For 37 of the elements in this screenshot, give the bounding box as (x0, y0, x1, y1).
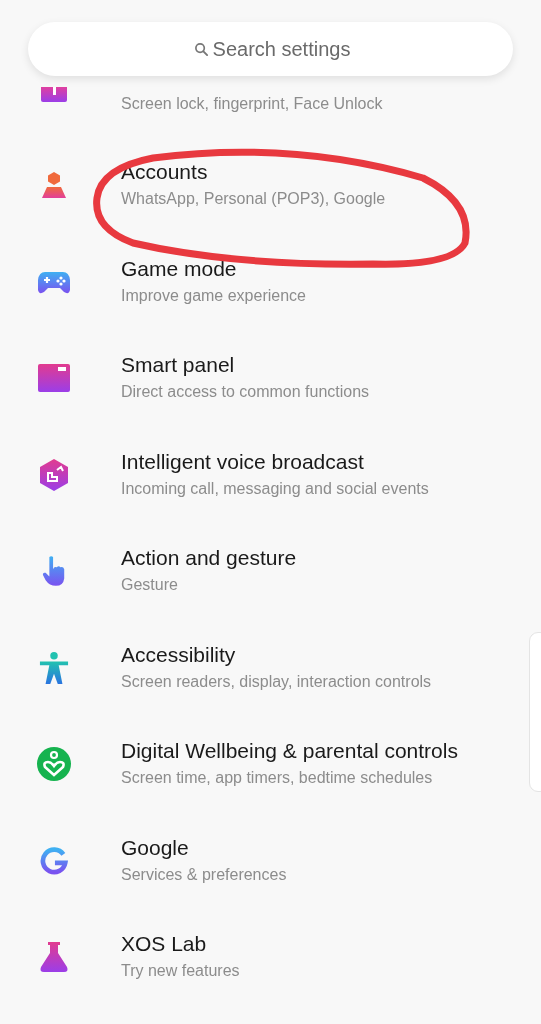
item-subtitle: Gesture (121, 575, 178, 595)
item-subtitle: Services & preferences (121, 864, 287, 885)
settings-item[interactable]: Intelligent voice broadcast Incoming call, messaging and social events (0, 433, 528, 530)
search-field[interactable]: Search settings (28, 22, 513, 76)
item-subtitle: Screen lock, fingerprint, Face Unlock (121, 94, 383, 114)
item-title: Google (121, 834, 189, 861)
hand-icon (40, 554, 67, 588)
hexagon-icon (37, 457, 70, 492)
panel-icon (37, 364, 70, 392)
item-subtitle: Try new features (121, 961, 240, 981)
item-title: Accounts (121, 159, 208, 185)
item-subtitle: Screen readers, display, interaction controls (121, 671, 432, 692)
item-title: Accessibility (121, 641, 236, 668)
settings-item[interactable]: Digital Wellbeing & parental controls Screen time, app timers, bedtime schedules (0, 723, 528, 820)
flask-icon (38, 941, 69, 973)
search-icon (194, 42, 209, 57)
item-subtitle: Incoming call, messaging and social events (121, 478, 429, 499)
item-title: XOS Lab (121, 931, 207, 957)
lock-icon (41, 87, 67, 102)
item-title: Digital Wellbeing & parental controls (121, 738, 458, 764)
settings-item[interactable]: Smart panel Direct access to common functions (0, 337, 528, 434)
figure-icon (38, 650, 69, 685)
item-title: Intelligent voice broadcast (121, 448, 364, 475)
settings-item[interactable]: Game mode Improve game experience (0, 240, 528, 337)
item-subtitle: WhatsApp, Personal (POP3), Google (121, 189, 386, 209)
settings-item[interactable]: Accessibility Screen readers, display, interaction controls (0, 626, 528, 723)
item-title: Smart panel (121, 352, 235, 378)
settings-item[interactable]: Accounts WhatsApp, Personal (POP3), Google (0, 144, 528, 241)
settings-item[interactable]: XOS Lab Try new features (0, 916, 528, 1013)
item-subtitle: Screen time, app timers, bedtime schedules (121, 768, 433, 788)
item-title: Action and gesture (121, 545, 297, 571)
item-subtitle: Improve game experience (121, 285, 306, 306)
item-title: Game mode (121, 255, 237, 282)
item-subtitle: Direct access to common functions (121, 382, 370, 402)
settings-item[interactable]: Action and gesture Gesture (0, 530, 528, 627)
settings-item[interactable]: Google Services & preferences (0, 819, 528, 916)
g-letter-icon (38, 845, 69, 876)
